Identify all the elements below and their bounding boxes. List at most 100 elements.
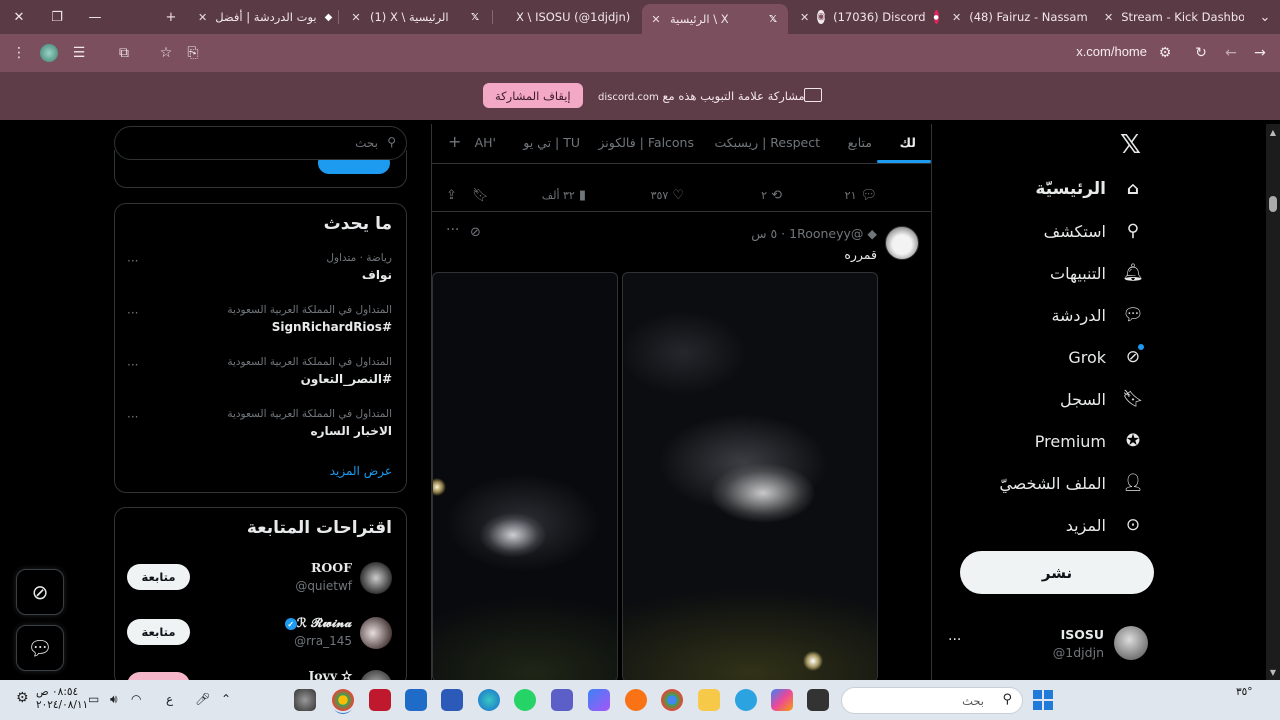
wifi-icon[interactable]: ◠ <box>131 692 141 706</box>
reading-list-icon[interactable]: ☰ <box>69 43 89 63</box>
taskbar-search-input[interactable]: بحث ⚲ <box>841 687 1023 714</box>
account-switcher[interactable]: ISOSU @1djdjn ··· <box>948 622 1148 666</box>
messages-float-button[interactable]: 💬︎ <box>16 625 64 671</box>
app-icon-cube[interactable] <box>588 689 610 711</box>
avatar[interactable] <box>885 226 919 260</box>
close-tab-icon[interactable]: ✕ <box>1104 11 1113 24</box>
like-button[interactable]: ♡ ٣٥٧ <box>651 188 684 203</box>
tab-falcons[interactable]: فالكونز | Falcons <box>598 135 694 150</box>
views-button[interactable]: ▮ ٣٢ ألف <box>542 188 586 203</box>
more-horizontal-icon[interactable]: ··· <box>948 632 961 648</box>
site-settings-icon[interactable]: ⚙ <box>1155 43 1175 63</box>
more-horizontal-icon[interactable]: ··· <box>127 306 138 320</box>
tweet-image-moon-night[interactable] <box>432 272 618 680</box>
tab-chatbot[interactable]: ✕ بوت الدردشة | أفضل ◆ <box>190 4 336 30</box>
follow-suggestion[interactable]: ✓ ℛ 𝓡𝔀𝓲𝓷𝓪 @rra_145 متابعة <box>127 613 392 657</box>
show-more-link[interactable]: عرض المزيد <box>330 464 392 478</box>
close-tab-icon[interactable]: ✕ <box>800 11 809 24</box>
windows-start-icon[interactable] <box>1033 690 1053 710</box>
nav-notifications[interactable]: 🔔︎ التنبيهات <box>1050 256 1144 290</box>
follow-button[interactable]: متابعة <box>127 564 190 590</box>
chrome-icon[interactable] <box>661 689 683 711</box>
app-icon-orange[interactable] <box>625 689 647 711</box>
share-button[interactable]: ⇪ <box>446 188 457 203</box>
close-window-button[interactable]: ✕ <box>0 0 38 34</box>
minimize-window-button[interactable]: — <box>76 0 114 34</box>
trend-item[interactable]: رياضة · متداول نواف ··· <box>127 252 392 288</box>
app-icon-misc[interactable] <box>294 689 316 711</box>
microphone-icon[interactable]: 🎤︎ <box>195 692 210 706</box>
app-icon-shield[interactable] <box>369 689 391 711</box>
word-icon[interactable] <box>441 689 463 711</box>
scroll-down-icon[interactable]: ▼ <box>1269 668 1277 677</box>
chevron-up-icon[interactable]: ⌃ <box>221 692 231 706</box>
app-icon-dark[interactable] <box>807 689 829 711</box>
post-button[interactable]: نشر <box>960 551 1154 594</box>
close-tab-icon[interactable]: ✕ <box>650 13 662 26</box>
grok-float-button[interactable]: ⊘ <box>16 569 64 615</box>
close-tab-icon[interactable]: ✕ <box>952 11 961 24</box>
repost-button[interactable]: ⟲ ٢ <box>761 188 782 203</box>
follow-button[interactable]: متابعة <box>127 619 190 645</box>
tab-search-chevron-icon[interactable]: ⌄ <box>1246 0 1280 34</box>
menu-icon[interactable]: ⋮ <box>9 43 29 63</box>
tab-discord[interactable]: ✕ ◉ (17036) Discord ● <box>792 4 940 30</box>
trend-item[interactable]: المتداول في المملكة العربية السعودية الا… <box>127 408 392 444</box>
extensions-icon[interactable]: ⧉ <box>114 43 134 63</box>
nav-explore[interactable]: ⚲ استكشف <box>1044 214 1144 248</box>
file-explorer-icon[interactable] <box>698 689 720 711</box>
more-horizontal-icon[interactable]: ··· <box>127 410 138 424</box>
reload-icon[interactable]: ↻ <box>1191 43 1211 63</box>
tab-x-profile[interactable]: X \ ISOSU (@1djdjn) 𝕏 <box>496 4 638 30</box>
nav-chat[interactable]: 💬︎ الدردشة <box>1051 298 1144 332</box>
forward-icon[interactable]: ← <box>1221 43 1241 63</box>
language-indicator[interactable]: ع <box>166 692 173 706</box>
more-horizontal-icon[interactable]: ··· <box>446 222 459 238</box>
maximize-window-button[interactable]: ❐ <box>38 0 76 34</box>
battery-icon[interactable]: ▭ <box>88 692 99 706</box>
tab-x-home-active[interactable]: ✕ الرئيسية \ X 𝕏 <box>642 4 788 34</box>
nav-grok[interactable]: ⊘ Grok <box>1068 340 1144 374</box>
nav-home[interactable]: ⌂ الرئيسيّة <box>1035 172 1144 206</box>
weather-widget[interactable]: ٣٥° <box>1236 686 1253 698</box>
avatar[interactable] <box>360 617 392 649</box>
tweet-handle[interactable]: @1Rooneyy <box>789 226 863 241</box>
tab-following[interactable]: متابع <box>848 135 872 150</box>
bookmark-button[interactable]: 🔖︎ <box>472 188 489 203</box>
close-tab-icon[interactable]: ✕ <box>350 11 362 24</box>
whatsapp-icon[interactable] <box>514 689 536 711</box>
trend-item[interactable]: المتداول في المملكة العربية السعودية #ال… <box>127 356 392 392</box>
avatar[interactable] <box>360 562 392 594</box>
trend-item[interactable]: المتداول في المملكة العربية السعودية #Si… <box>127 304 392 340</box>
follow-suggestion[interactable]: ROOF @quietwf متابعة <box>127 558 392 602</box>
address-bar[interactable]: x.com/home <box>1076 44 1147 59</box>
nav-profile[interactable]: 👤︎ الملف الشخصيّ <box>999 466 1144 500</box>
nav-premium[interactable]: ✪ Premium <box>1035 424 1144 458</box>
telegram-icon[interactable] <box>735 689 757 711</box>
new-tab-button[interactable]: + <box>152 0 190 34</box>
grok-icon[interactable]: ⊘ <box>470 225 481 240</box>
tab-ah[interactable]: AH' <box>475 135 496 150</box>
settings-gear-icon[interactable]: ⚙ <box>16 690 29 706</box>
edge-icon[interactable] <box>478 689 500 711</box>
tweet-image-moon-clouds[interactable] <box>622 272 878 680</box>
nav-more[interactable]: ⊙ المزيد <box>1066 508 1144 542</box>
reply-button[interactable]: 💬︎ ٢١ <box>845 188 877 203</box>
volume-icon[interactable]: 🔊︎ <box>110 692 118 707</box>
teams-icon[interactable] <box>551 689 573 711</box>
tab-youtube[interactable]: ✕ (48) Fairuz - Nassam ▶ <box>944 4 1092 30</box>
clock[interactable]: ٠٨:٥٤ ص ٢٠٢٤/٠٨/١١ <box>36 686 88 712</box>
x-logo-icon[interactable]: 𝕏 <box>1120 130 1141 160</box>
nav-bookmarks[interactable]: 🔖︎ السجل <box>1060 382 1144 416</box>
profile-avatar-icon[interactable] <box>39 43 59 63</box>
copilot-icon[interactable] <box>771 689 793 711</box>
stop-sharing-button[interactable]: إيقاف المشاركة <box>483 83 583 108</box>
chrome-icon-active[interactable] <box>332 689 354 711</box>
tab-for-you[interactable]: لك <box>900 135 916 150</box>
tab-respect[interactable]: ريسبكت | Respect <box>714 135 820 150</box>
close-tab-icon[interactable]: ✕ <box>198 11 207 24</box>
bookmark-star-icon[interactable]: ☆ <box>156 43 176 63</box>
search-input[interactable]: بحث ⚲ <box>114 126 407 160</box>
tab-x-home-1[interactable]: ✕ (1) X \ الرئيسية 𝕏 <box>342 4 490 30</box>
tab-kick[interactable]: ✕ Stream - Kick Dashbo K <box>1096 4 1244 30</box>
